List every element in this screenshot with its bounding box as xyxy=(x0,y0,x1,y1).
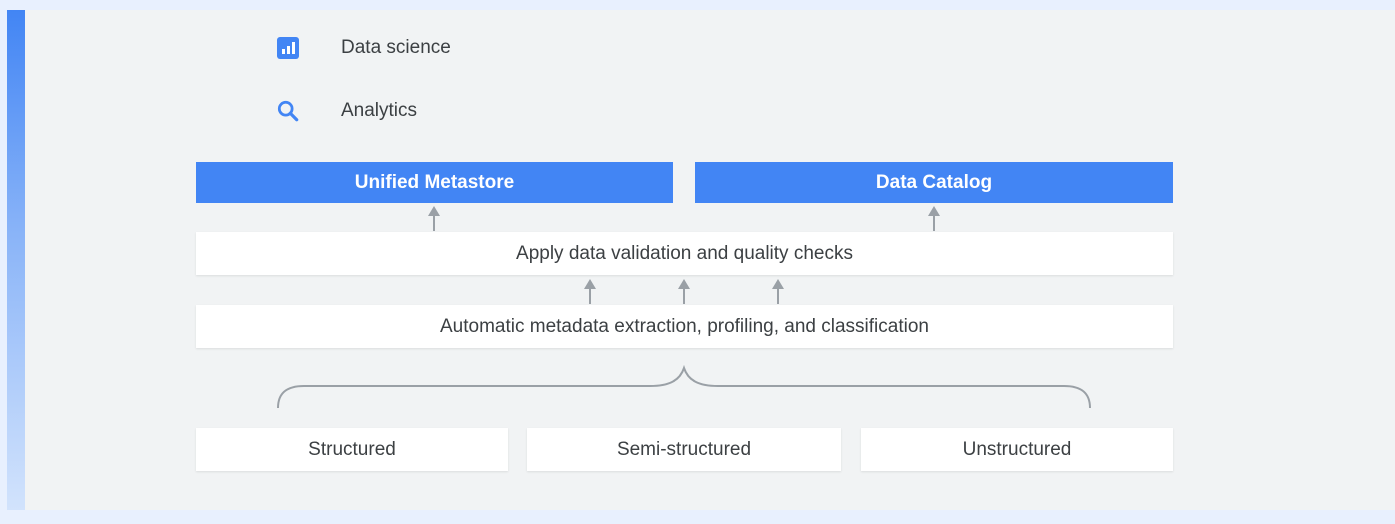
sources-brace xyxy=(277,364,1091,409)
diagram-frame: Data science Analytics Unified Metastore… xyxy=(0,0,1395,524)
arrowhead-step-right xyxy=(772,279,784,289)
arrowhead-data-catalog xyxy=(928,206,940,216)
arrowhead-step-middle xyxy=(678,279,690,289)
connectors xyxy=(277,206,1091,409)
arrowhead-unified-metastore xyxy=(428,206,440,216)
arrowhead-step-left xyxy=(584,279,596,289)
